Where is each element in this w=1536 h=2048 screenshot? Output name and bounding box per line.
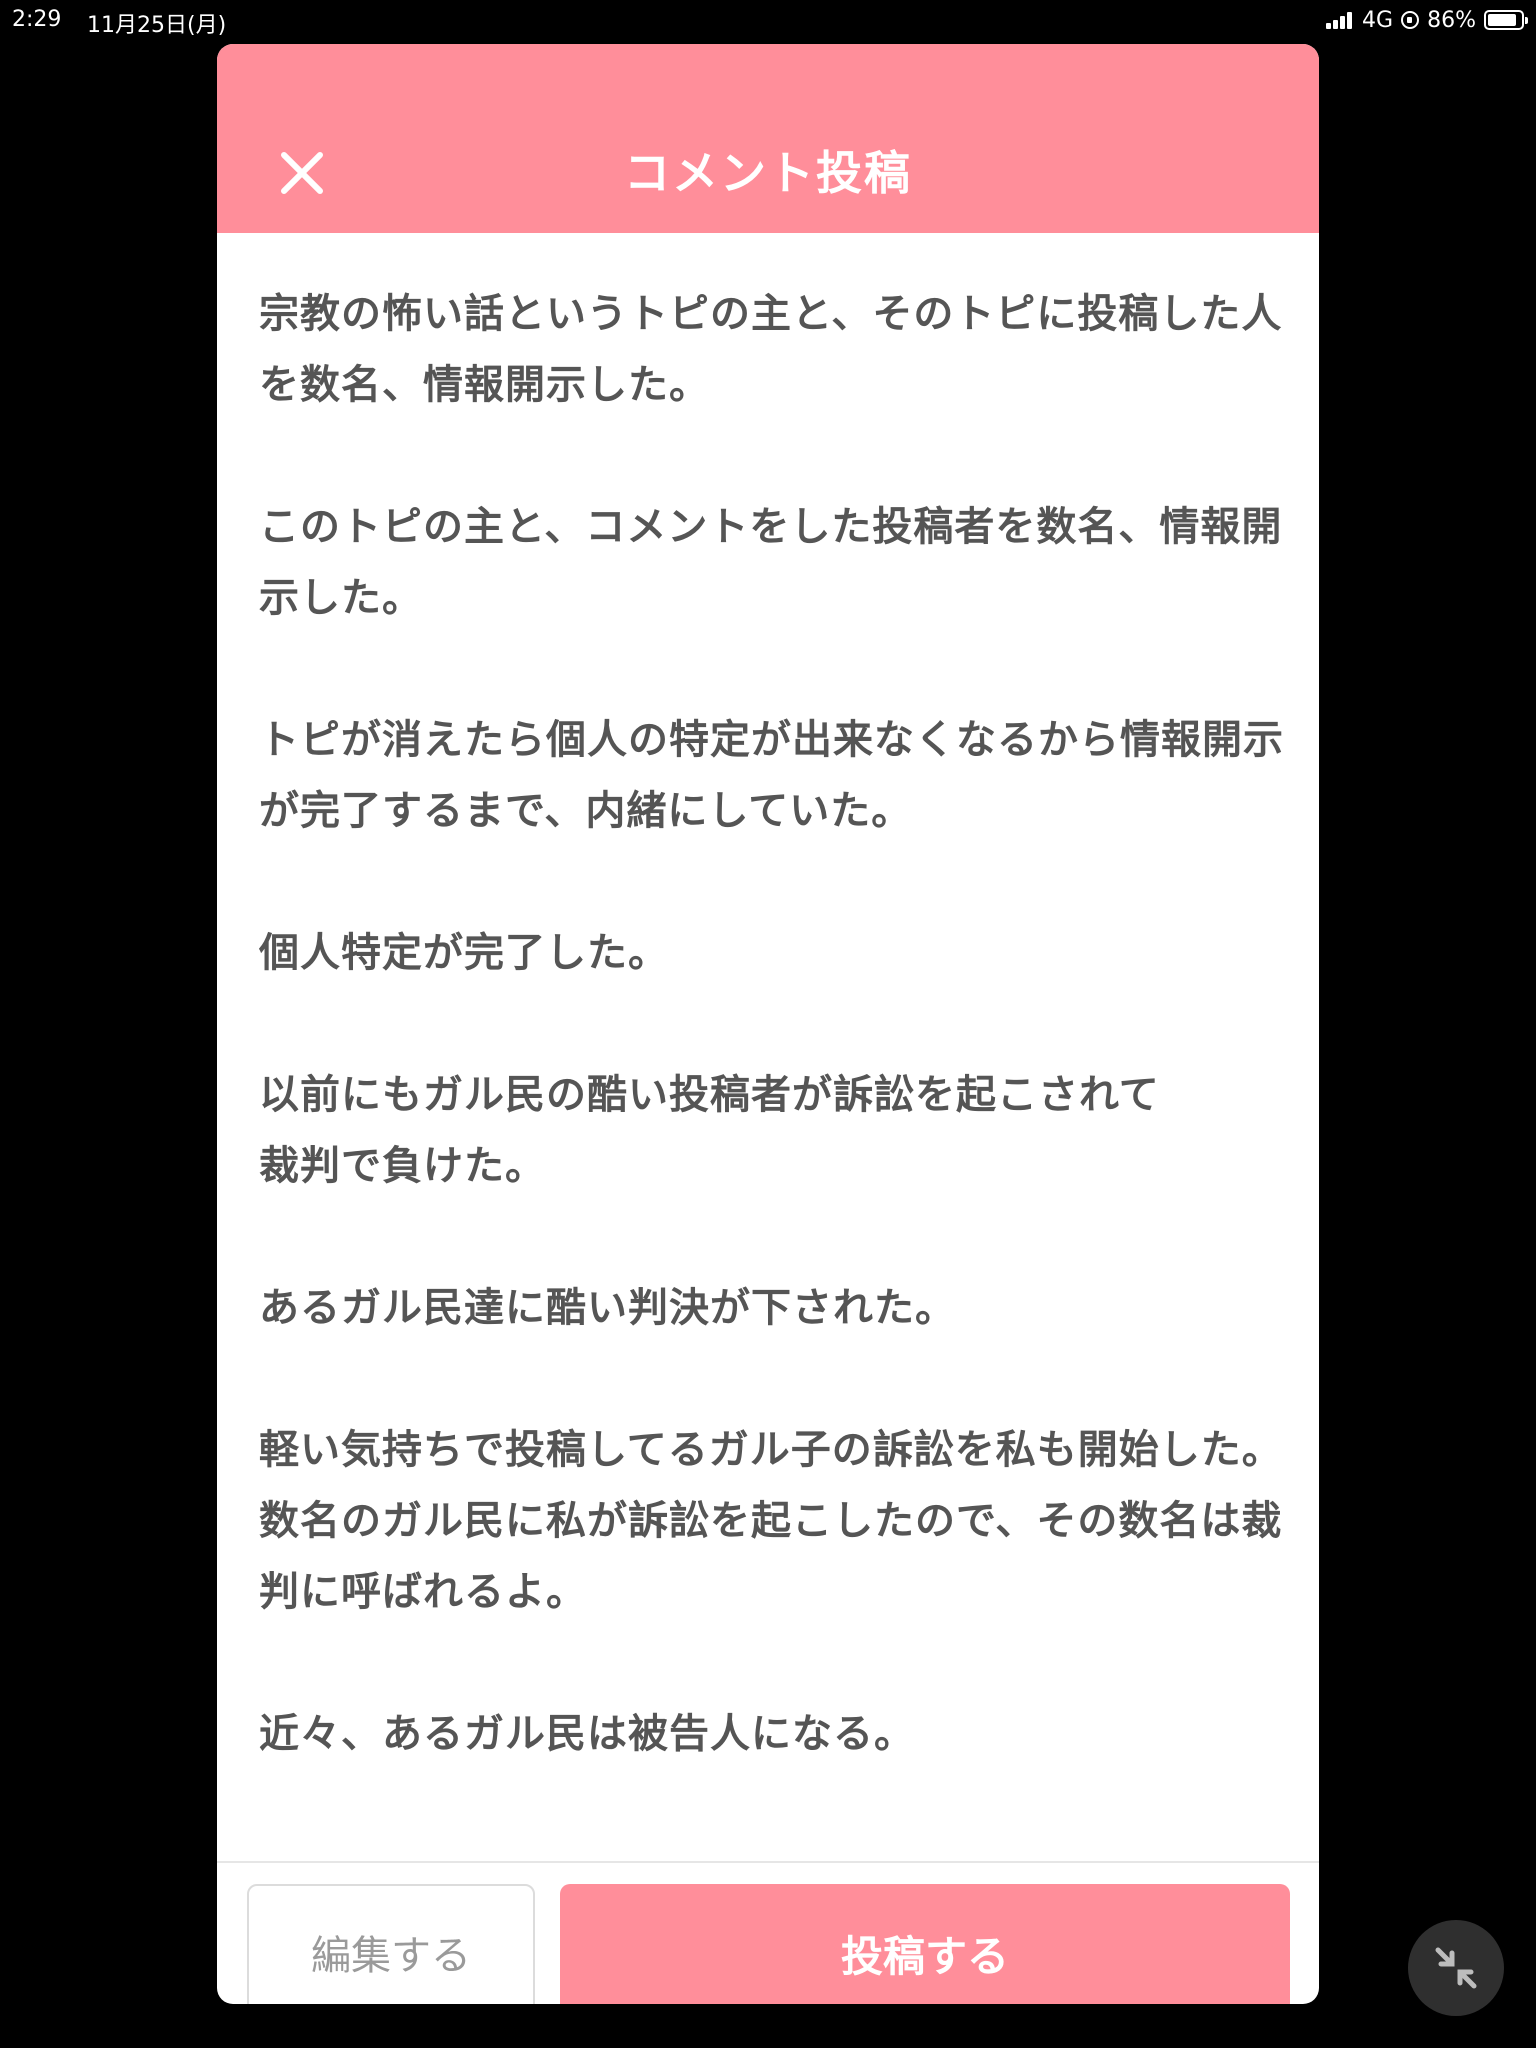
edit-button[interactable]: 編集する <box>247 1884 535 2004</box>
modal-title: コメント投稿 <box>624 146 912 200</box>
battery-fill <box>1488 14 1516 26</box>
modal-header: コメント投稿 <box>217 44 1319 233</box>
post-button[interactable]: 投稿する <box>560 1884 1290 2004</box>
comment-text: 宗教の怖い話というトピの主と、そのトピに投稿した人を数名、情報開示した。 このト… <box>259 291 1284 1757</box>
status-date: 11月25日(月) <box>87 13 227 38</box>
battery-percent: 86% <box>1427 7 1476 33</box>
status-indicators: 4G 86% <box>1326 6 1528 34</box>
battery-icon <box>1484 10 1528 30</box>
minimize-icon <box>1435 1947 1477 1989</box>
minimize-button[interactable] <box>1408 1920 1504 2016</box>
network-type: 4G <box>1362 7 1394 33</box>
signal-icon <box>1326 11 1354 29</box>
comment-preview[interactable]: 宗教の怖い話というトピの主と、そのトピに投稿した人を数名、情報開示した。 このト… <box>259 233 1289 1861</box>
status-time: 2:29 <box>12 7 62 32</box>
comment-post-modal: コメント投稿 宗教の怖い話というトピの主と、そのトピに投稿した人を数名、情報開示… <box>217 44 1319 2004</box>
lock-rotation-icon <box>1401 11 1420 29</box>
status-bar: 2:29 11月25日(月) 4G 86% <box>0 0 1536 40</box>
footer-divider <box>217 1861 1319 1863</box>
